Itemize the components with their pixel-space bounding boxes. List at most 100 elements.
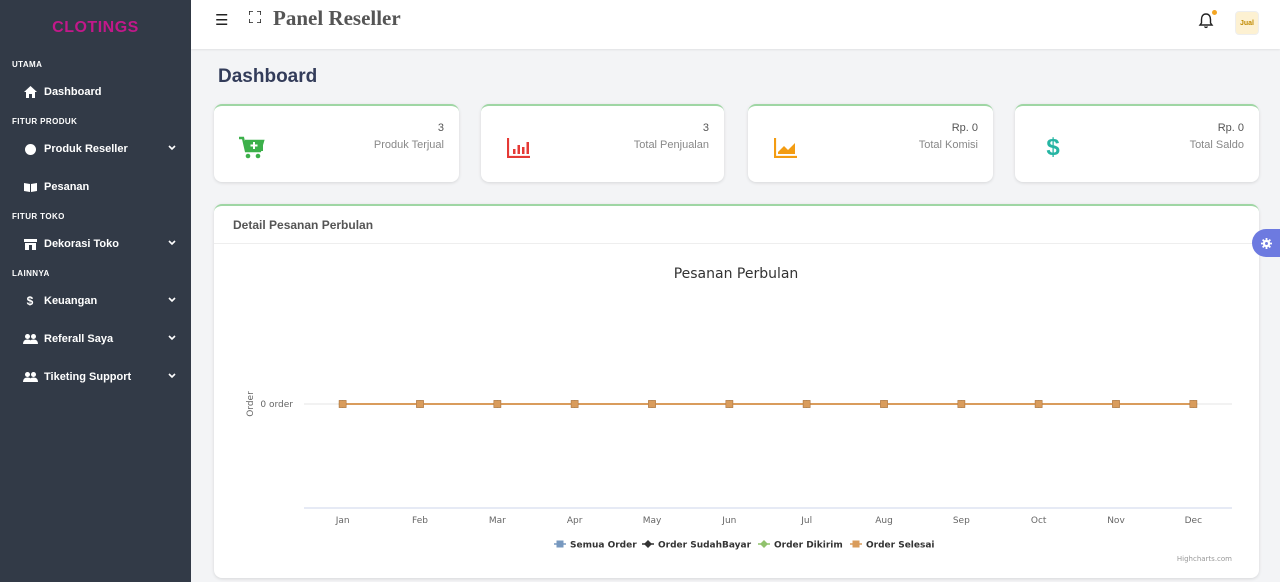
legend-label: Order Selesai <box>866 541 935 551</box>
users-icon <box>22 372 38 382</box>
x-tick-label: Dec <box>1185 516 1202 526</box>
sidebar-item-tiketing-support[interactable]: Tiketing Support <box>0 358 191 396</box>
chart-title: Pesanan Perbulan <box>674 266 799 282</box>
avatar[interactable]: Jual <box>1235 11 1259 35</box>
stat-label: Produk Terjual <box>373 139 444 151</box>
sidebar-section-fitur-produk: FITUR PRODUK <box>12 117 78 126</box>
store-icon <box>22 238 38 250</box>
data-point <box>1112 400 1120 408</box>
cart-plus-icon <box>238 134 266 162</box>
stat-card-total-penjualan: 3 Total Penjualan <box>481 104 724 182</box>
chevron-down-icon <box>167 295 177 305</box>
sidebar-item-keuangan[interactable]: $ Keuangan <box>0 282 191 320</box>
legend-marker <box>556 540 564 548</box>
bar-chart-icon <box>505 134 533 162</box>
book-icon <box>22 182 38 192</box>
data-point <box>493 400 502 408</box>
x-tick-label: Jan <box>335 516 350 526</box>
x-tick-label: Jun <box>721 516 736 526</box>
notification-dot <box>1212 10 1217 15</box>
fullscreen-icon[interactable] <box>249 11 261 23</box>
x-tick-label: Mar <box>489 516 506 526</box>
chart-panel: Detail Pesanan Perbulan Pesanan Perbulan… <box>214 204 1259 578</box>
x-tick-label: Nov <box>1107 516 1125 526</box>
dollar-icon: $ <box>26 294 34 308</box>
page-title: Dashboard <box>218 66 318 87</box>
sidebar-item-dekorasi-toko[interactable]: Dekorasi Toko <box>0 225 191 263</box>
sidebar-item-label: Tiketing Support <box>44 371 132 383</box>
sidebar-item-referall-saya[interactable]: Referall Saya <box>0 320 191 358</box>
x-tick-label: Aug <box>875 516 893 526</box>
data-point <box>1189 400 1198 408</box>
sidebar-section-lainnya: LAINNYA <box>12 269 50 278</box>
data-point <box>416 400 424 408</box>
brand-logo[interactable]: CLOTINGS <box>0 0 191 56</box>
data-point <box>957 400 966 408</box>
x-tick-label: May <box>643 516 662 526</box>
panel-header: Detail Pesanan Perbulan <box>214 206 1259 244</box>
stat-label: Total Komisi <box>918 139 978 151</box>
stat-card-produk-terjual: 3 Produk Terjual <box>214 104 459 182</box>
stat-card-total-komisi: Rp. 0 Total Komisi <box>748 104 993 182</box>
sidebar-section-fitur-toko: FITUR TOKO <box>12 212 65 221</box>
circle-icon <box>22 143 38 155</box>
sidebar-item-label: Dekorasi Toko <box>44 238 119 250</box>
gear-icon <box>1261 237 1272 249</box>
sidebar-item-label: Dashboard <box>44 86 102 98</box>
data-point <box>570 400 579 408</box>
stat-value: 3 <box>437 122 444 134</box>
home-icon <box>22 86 38 98</box>
menu-icon[interactable]: ☰ <box>215 11 228 29</box>
chart-credits: Highcharts.com <box>1177 555 1232 563</box>
page-header-title: Panel Reseller <box>273 6 401 30</box>
data-point <box>338 400 347 408</box>
legend-label: Order Dikirim <box>774 541 843 551</box>
legend-label: Semua Order <box>570 541 637 551</box>
data-point <box>802 400 811 408</box>
sidebar-section-utama: UTAMA <box>12 60 43 69</box>
x-tick-label: Sep <box>953 516 970 526</box>
chevron-down-icon <box>167 371 177 381</box>
chevron-down-icon <box>167 238 177 248</box>
sidebar-item-dashboard[interactable]: Dashboard <box>0 73 191 111</box>
sidebar-item-produk-reseller[interactable]: Produk Reseller <box>0 130 191 168</box>
sidebar: CLOTINGS UTAMA Dashboard FITUR PRODUK Pr… <box>0 0 191 582</box>
orders-chart: Pesanan Perbulan Order 0 order Jan Feb Mar Apr… <box>246 266 1232 563</box>
avatar-text: Jual <box>1239 19 1254 27</box>
chevron-down-icon <box>167 143 177 153</box>
chevron-down-icon <box>167 333 177 343</box>
sidebar-item-label: Referall Saya <box>44 333 114 345</box>
stat-value: Rp. 0 <box>951 122 978 134</box>
sidebar-item-pesanan[interactable]: Pesanan <box>0 168 191 206</box>
stat-value: 3 <box>702 122 709 134</box>
trend-chart-icon <box>772 134 800 162</box>
x-tick-label: Oct <box>1031 516 1047 526</box>
x-tick-label: Apr <box>567 516 583 526</box>
sidebar-item-label: Produk Reseller <box>44 143 128 155</box>
sidebar-item-label: Keuangan <box>44 295 98 307</box>
stat-card-total-saldo: $ Rp. 0 Total Saldo <box>1015 104 1259 182</box>
data-point <box>648 400 656 408</box>
legend-marker <box>852 540 860 548</box>
data-point <box>880 400 888 408</box>
stat-value: Rp. 0 <box>1217 122 1244 134</box>
y-axis-label: Order <box>246 391 256 417</box>
users-icon <box>22 334 38 344</box>
settings-fab[interactable] <box>1252 229 1280 257</box>
top-bar: ☰ Panel Reseller Jual <box>191 0 1280 49</box>
x-tick-label: Jul <box>800 516 812 526</box>
legend-marker <box>760 540 768 548</box>
dollar-icon: $ <box>1046 134 1060 161</box>
y-tick-label: 0 order <box>260 400 293 410</box>
panel-title: Detail Pesanan Perbulan <box>233 218 374 232</box>
x-tick-label: Feb <box>412 516 428 526</box>
bell-icon[interactable] <box>1198 12 1214 30</box>
sidebar-item-label: Pesanan <box>44 181 90 193</box>
logo-text: CLOTINGS <box>52 19 139 36</box>
legend-marker <box>644 540 652 548</box>
legend-label: Order SudahBayar <box>658 541 752 551</box>
stat-label: Total Saldo <box>1189 139 1244 151</box>
stat-label: Total Penjualan <box>633 139 709 151</box>
data-point <box>725 400 734 408</box>
data-point <box>1034 400 1043 408</box>
